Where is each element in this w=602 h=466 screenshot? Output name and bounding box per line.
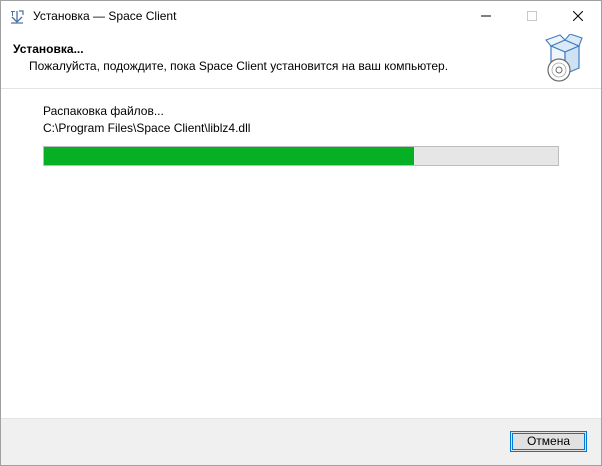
- header-panel: Установка... Пожалуйста, подождите, пока…: [1, 32, 601, 88]
- progress-fill: [44, 147, 414, 165]
- footer-panel: Отмена: [1, 419, 601, 465]
- progress-status: Распаковка файлов...: [43, 104, 164, 118]
- maximize-button[interactable]: [509, 1, 555, 32]
- header-separator: [1, 88, 601, 89]
- installer-window: Установка — Space Client Установка... По…: [0, 0, 602, 466]
- progress-bar: [43, 146, 559, 166]
- minimize-icon: [481, 8, 491, 26]
- close-button[interactable]: [555, 1, 601, 32]
- header-subtitle: Пожалуйста, подождите, пока Space Client…: [29, 59, 449, 73]
- cancel-button[interactable]: Отмена: [510, 431, 587, 452]
- progress-detail: C:\Program Files\Space Client\liblz4.dll: [43, 121, 251, 135]
- close-icon: [572, 8, 584, 26]
- minimize-button[interactable]: [463, 1, 509, 32]
- header-title: Установка...: [13, 42, 84, 56]
- install-box-disc-icon: [543, 33, 583, 84]
- maximize-icon: [527, 8, 537, 26]
- title-bar[interactable]: Установка — Space Client: [1, 1, 601, 32]
- window-title: Установка — Space Client: [33, 9, 177, 23]
- installer-icon: [9, 9, 25, 25]
